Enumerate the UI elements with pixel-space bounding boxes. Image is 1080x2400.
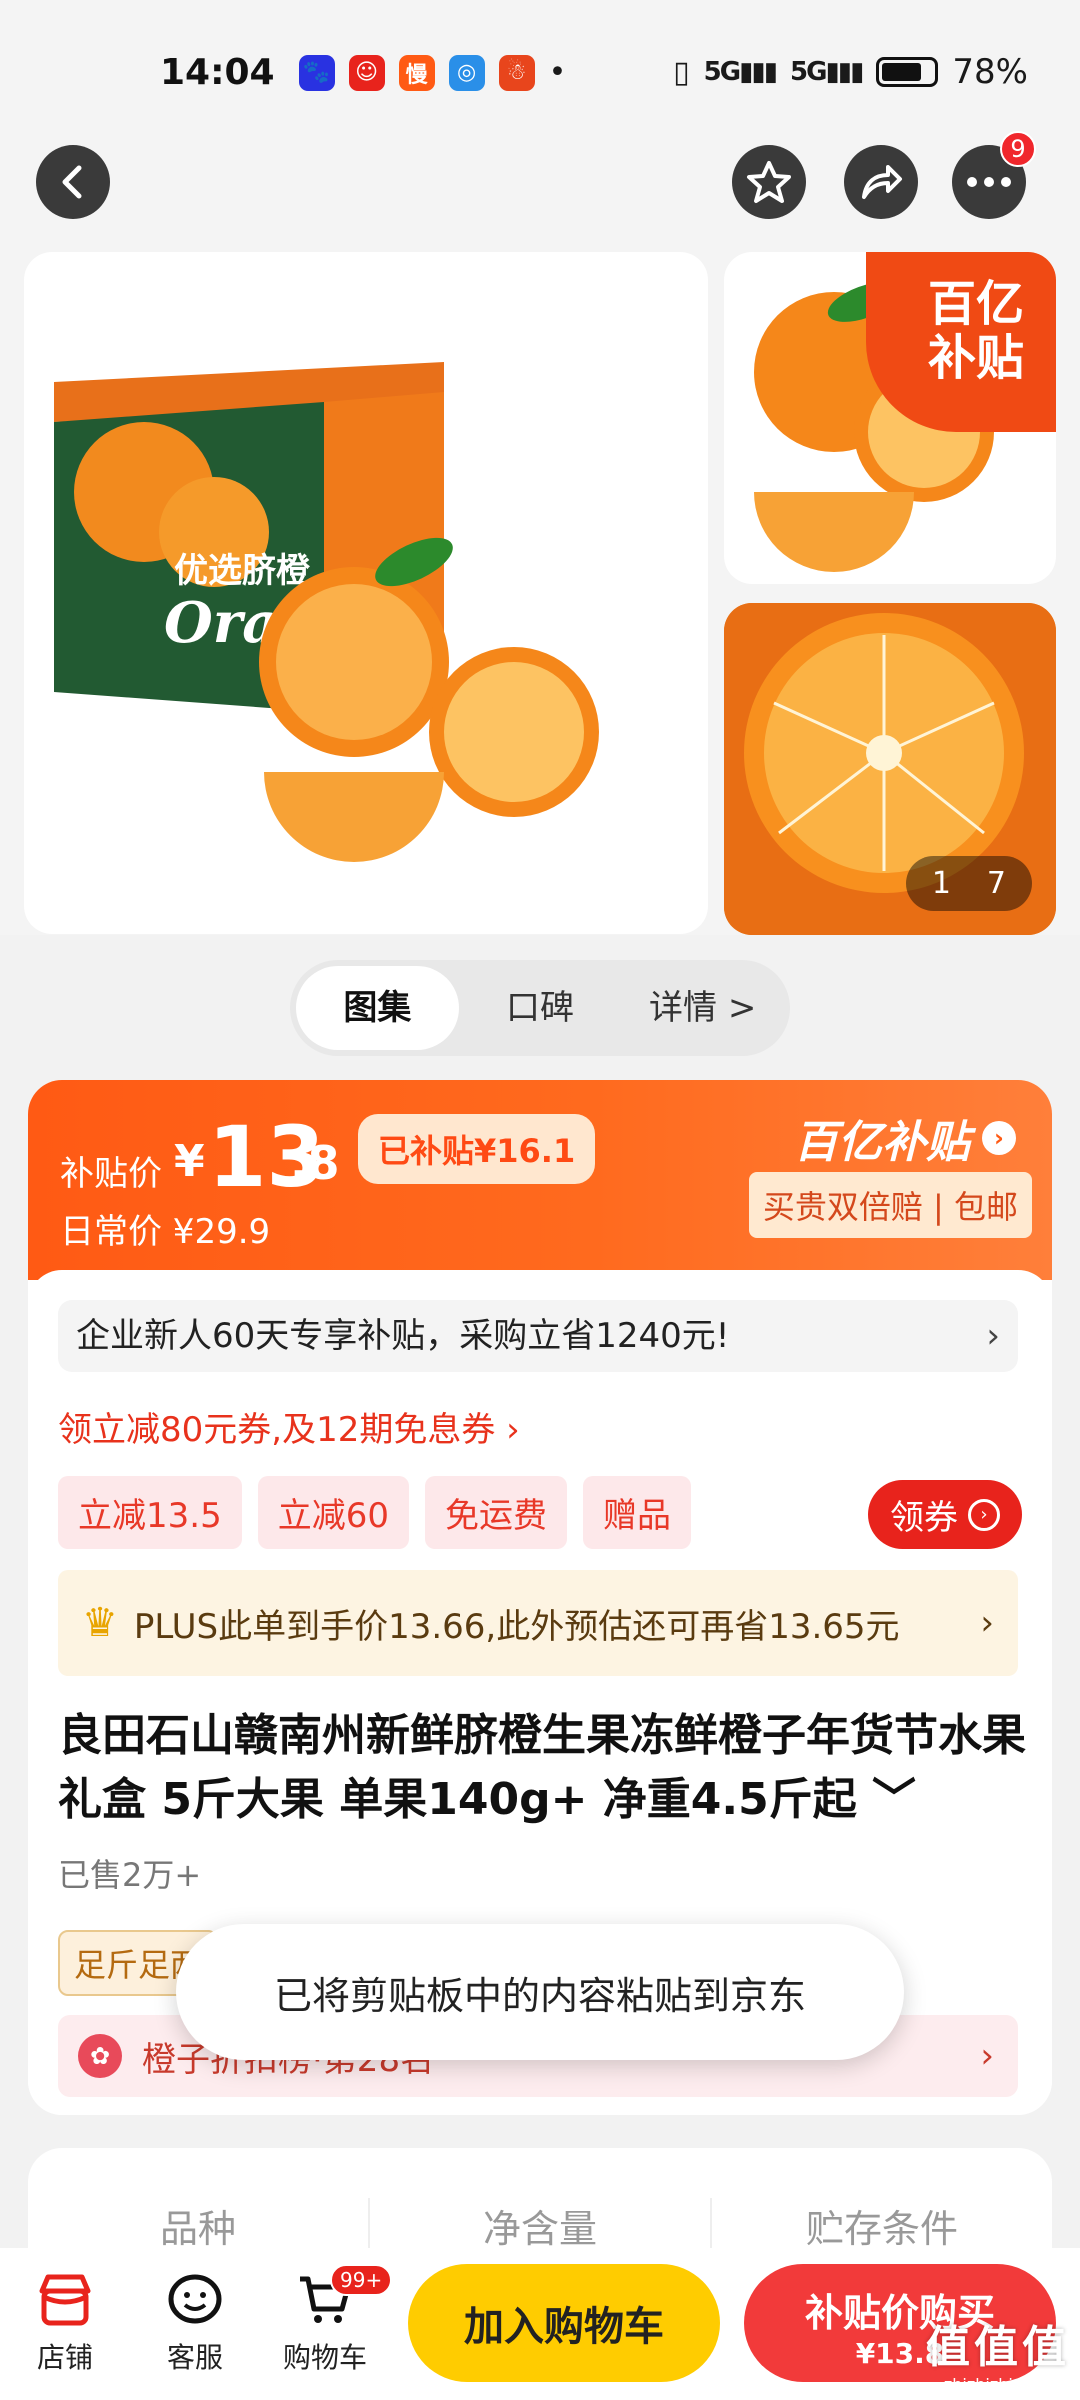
more-button[interactable]: 9 [952, 131, 1036, 219]
discount-chip[interactable]: 赠品 [582, 1476, 691, 1549]
app-orange-icon: ☃ [498, 54, 535, 91]
watermark-logo: 值值值 [926, 2322, 1070, 2373]
content-tabs: 图集 口碑 详情 > [290, 960, 790, 1056]
battery-icon [876, 57, 939, 87]
status-time: 14:04 [160, 52, 275, 93]
coupon-link[interactable]: 领立减80元券,及12期免息券 › [58, 1402, 520, 1451]
thumbnail-image-2[interactable]: 1 7 [724, 603, 1056, 935]
more-dots-icon [967, 177, 1011, 187]
vibrate-icon: ▯ [673, 54, 690, 90]
status-dot: • [548, 55, 567, 90]
store-label: 店铺 [36, 2341, 93, 2374]
store-icon [35, 2272, 95, 2328]
orange-box-illustration: 优选脐橙 Orange [54, 362, 599, 862]
main-product-image[interactable]: 优选脐橙 Orange [24, 252, 708, 934]
discount-chip[interactable]: 免运费 [424, 1476, 567, 1549]
tab-reviews[interactable]: 口碑 [459, 966, 622, 1050]
status-right: ▯ 5G▮▮▮ 5G▮▮▮ 78% [673, 52, 1028, 92]
battery-percent: 78% [952, 52, 1028, 92]
baidu-icon: 🐾 [298, 54, 335, 91]
medal-icon: ✿ [78, 2034, 122, 2078]
price-currency: ¥ [174, 1136, 205, 1187]
arrow-right-icon: › [968, 1498, 1000, 1531]
corner-badge-line2: 补贴 [927, 330, 1024, 386]
share-icon [862, 165, 902, 199]
status-app-icons: 🐾 ☺ 慢 ◎ ☃ • [298, 54, 567, 91]
app-blue-icon: ◎ [448, 54, 485, 91]
discount-chips: 立减13.5 立减60 免运费 赠品 [58, 1476, 691, 1549]
star-icon [747, 161, 791, 203]
add-to-cart-button[interactable]: 加入购物车 [408, 2264, 720, 2382]
svg-text:优选脐橙: 优选脐橙 [174, 551, 311, 591]
chevron-right-icon: › [980, 2036, 994, 2076]
chevron-right-icon: › [980, 1603, 994, 1643]
chat-face-icon [165, 2272, 225, 2328]
cart-label: 购物车 [282, 2341, 367, 2374]
discount-chip[interactable]: 立减60 [257, 1476, 409, 1549]
share-button[interactable] [844, 145, 918, 219]
tab-gallery[interactable]: 图集 [296, 966, 459, 1050]
clipboard-toast: 已将剪贴板中的内容粘贴到京东 [176, 1924, 904, 2060]
image-pager: 1 7 [905, 856, 1032, 911]
favorite-button[interactable] [732, 145, 806, 219]
chevron-right-icon: › [986, 1316, 1000, 1356]
product-title[interactable]: 良田石山赣南州新鲜脐橙生果冻鲜橙子年货节水果礼盒 5斤大果 单果140g+ 净重… [58, 1704, 1028, 1832]
man-icon: 慢 [398, 54, 435, 91]
billion-subsidy-brand: 百亿补贴 [794, 1117, 970, 1168]
discount-chip[interactable]: 立减13.5 [58, 1476, 242, 1549]
billion-subsidy-link[interactable]: 百亿补贴 › [794, 1106, 1016, 1170]
service-label: 客服 [166, 2341, 223, 2374]
subsidy-price-label: 补贴价 [60, 1154, 162, 1194]
arrow-right-icon: › [982, 1121, 1016, 1155]
tab-details[interactable]: 详情 > [621, 966, 784, 1050]
plus-member-text: PLUS此单到手价13.66,此外预估还可再省13.65元 [133, 1606, 900, 1647]
corner-badge-line1: 百亿 [927, 276, 1024, 332]
subsidy-corner-badge: 百亿 补贴 [866, 252, 1056, 432]
subsidy-amount-pill: 已补贴¥16.1 [358, 1114, 596, 1184]
customer-service-button[interactable]: 客服 [130, 2272, 260, 2376]
pager-total: 7 [986, 866, 1006, 901]
bottom-action-bar: 店铺 客服 99+ 购物车 加入购物车 补贴价购买 ¥13.8 值值值 zhiz… [0, 2248, 1080, 2400]
signal-icon-1: 5G▮▮▮ [703, 57, 778, 87]
watermark-url: zhizhizhi.com [943, 2375, 1053, 2394]
crown-icon: ♛ [82, 1600, 118, 1646]
enterprise-promo-bar[interactable]: 企业新人60天专享补贴，采购立省1240元! › [58, 1300, 1018, 1372]
site-watermark: 值值值 zhizhizhi.com [926, 2311, 1070, 2394]
daily-price: 日常价 ¥29.9 [60, 1212, 271, 1252]
back-button[interactable] [36, 145, 110, 219]
guarantee-tag[interactable]: 买贵双倍赔 | 包邮 [748, 1172, 1032, 1238]
get-coupon-button[interactable]: 领券 › [868, 1480, 1022, 1549]
thumbnail-image-1[interactable]: 百亿 补贴 [724, 252, 1056, 584]
cart-button[interactable]: 99+ 购物车 [260, 2264, 393, 2376]
subsidy-price-header: 补贴价 ¥ 13 .8 已补贴¥16.1 日常价 ¥29.9 百亿补贴 › 买贵… [28, 1080, 1052, 1280]
store-button[interactable]: 店铺 [0, 2272, 130, 2376]
pager-current: 1 [931, 866, 951, 901]
cart-count-badge: 99+ [330, 2264, 393, 2296]
sold-count: 已售2万+ [58, 1856, 202, 1894]
get-coupon-label: 领券 [890, 1498, 958, 1538]
notification-badge: 9 [1000, 131, 1036, 167]
status-bar: 14:04 🐾 ☺ 慢 ◎ ☃ • ▯ 5G▮▮▮ 5G▮▮▮ 78% [0, 0, 1080, 145]
enterprise-promo-text: 企业新人60天专享补贴，采购立省1240元! [76, 1316, 730, 1356]
price-decimal: .8 [290, 1136, 340, 1190]
app-red-icon: ☺ [348, 54, 385, 91]
plus-member-bar[interactable]: ♛ PLUS此单到手价13.66,此外预估还可再省13.65元 › [58, 1570, 1018, 1676]
chevron-left-icon [62, 165, 82, 199]
signal-icon-2: 5G▮▮▮ [790, 57, 864, 87]
